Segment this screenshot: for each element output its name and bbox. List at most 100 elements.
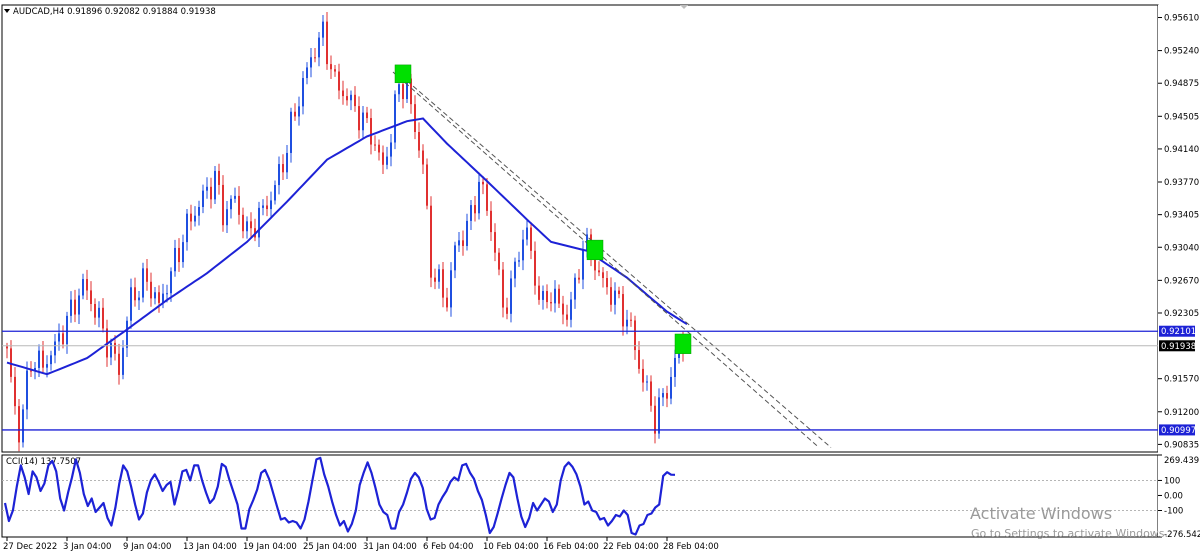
candle-body xyxy=(566,314,568,320)
candle-body xyxy=(322,21,324,38)
candle-body xyxy=(126,320,128,348)
cci-tick-label: -100 xyxy=(1164,506,1183,516)
candle-body xyxy=(454,245,456,271)
candle-body xyxy=(666,393,668,399)
price-tick-label: 0.93770 xyxy=(1164,178,1199,188)
price-tick-label: 0.94140 xyxy=(1164,145,1199,155)
level-price-label: 0.90997 xyxy=(1161,426,1196,436)
candle-body xyxy=(386,156,388,165)
candle-body xyxy=(446,297,448,308)
time-tick-label: 13 Jan 04:00 xyxy=(183,542,237,552)
candle-body xyxy=(54,341,56,356)
candle-body xyxy=(470,205,472,221)
candle-body xyxy=(270,200,272,210)
candle-body xyxy=(318,37,320,58)
time-tick-label: 10 Feb 04:00 xyxy=(483,542,539,552)
candle-body xyxy=(606,278,608,288)
candle-body xyxy=(294,111,296,117)
candle-body xyxy=(66,315,68,345)
highlight-box xyxy=(394,64,412,84)
candle-body xyxy=(530,227,532,251)
candle-body xyxy=(674,357,676,377)
level-price-label: 0.92101 xyxy=(1161,327,1196,337)
time-tick-label: 22 Feb 04:00 xyxy=(603,542,659,552)
candle-body xyxy=(430,205,432,278)
candle-body xyxy=(298,106,300,117)
time-tick-label: 27 Dec 2022 xyxy=(3,542,57,552)
candle-body xyxy=(258,207,260,238)
candle-body xyxy=(574,277,576,300)
time-tick-label: 6 Feb 04:00 xyxy=(423,542,473,552)
candle-body xyxy=(110,342,112,358)
candle-body xyxy=(398,84,400,95)
candle-body xyxy=(434,277,436,282)
candle-body xyxy=(426,164,428,206)
candle-body xyxy=(630,319,632,321)
candle-body xyxy=(518,260,520,262)
candle-body xyxy=(330,64,332,70)
candle-body xyxy=(526,227,528,240)
candle-body xyxy=(158,292,160,303)
candle-body xyxy=(118,353,120,375)
candle-body xyxy=(178,247,180,263)
candle-body xyxy=(146,268,148,282)
time-tick-label: 19 Jan 04:00 xyxy=(243,542,297,552)
candle-body xyxy=(422,150,424,165)
candle-body xyxy=(130,287,132,321)
highlight-box xyxy=(674,333,692,354)
candle-body xyxy=(286,152,288,173)
candle-body xyxy=(262,205,264,208)
candle-body xyxy=(538,285,540,300)
price-tick-label: 0.93405 xyxy=(1164,211,1199,221)
candle-body xyxy=(562,303,564,315)
candle-body xyxy=(202,190,204,207)
candle-body xyxy=(582,250,584,280)
price-tick-label: 0.93040 xyxy=(1164,243,1199,253)
main-panel-frame xyxy=(1,4,1159,453)
candle-body xyxy=(138,297,140,301)
candle-body xyxy=(22,409,24,443)
candle-body xyxy=(638,350,640,369)
candle-body xyxy=(82,279,84,296)
candle-body xyxy=(346,96,348,101)
highlight-box xyxy=(586,239,604,261)
candle-body xyxy=(62,333,64,345)
candle-body xyxy=(38,350,40,368)
cci-tick-label: -276.5425 xyxy=(1164,530,1200,540)
candle-body xyxy=(42,350,44,368)
candle-body xyxy=(338,71,340,91)
candle-body xyxy=(354,94,356,107)
price-tick-label: 0.90835 xyxy=(1164,440,1199,450)
price-tick-label: 0.92305 xyxy=(1164,309,1199,319)
candle-body xyxy=(246,221,248,232)
candle-body xyxy=(166,293,168,295)
candle-body xyxy=(482,181,484,185)
candle-body xyxy=(602,272,604,279)
candle-body xyxy=(234,195,236,199)
candle-body xyxy=(418,131,420,151)
candle-body xyxy=(218,170,220,185)
candle-body xyxy=(506,307,508,314)
candle-body xyxy=(310,57,312,68)
price-tick-label: 0.91570 xyxy=(1164,375,1199,385)
candle-body xyxy=(194,215,196,222)
candle-body xyxy=(474,205,476,214)
candle-body xyxy=(362,112,364,131)
price-tick-label: 0.94875 xyxy=(1164,79,1199,89)
candle-body xyxy=(334,69,336,72)
cci-tick-label: 0.00 xyxy=(1164,491,1183,501)
cci-tick-label: 100 xyxy=(1164,476,1180,486)
candle-body xyxy=(622,294,624,327)
current-price-label: 0.91938 xyxy=(1161,342,1196,352)
candle-body xyxy=(598,270,600,273)
candle-body xyxy=(466,220,468,246)
price-tick-label: 0.95240 xyxy=(1164,47,1199,57)
candle-body xyxy=(662,393,664,398)
candle-body xyxy=(282,164,284,173)
candle-body xyxy=(170,271,172,294)
candle-body xyxy=(542,291,544,300)
candle-body xyxy=(394,94,396,143)
candle-body xyxy=(154,292,156,299)
candle-body xyxy=(514,261,516,279)
symbol-header: AUDCAD,H4 0.91896 0.92082 0.91884 0.9193… xyxy=(13,7,216,17)
